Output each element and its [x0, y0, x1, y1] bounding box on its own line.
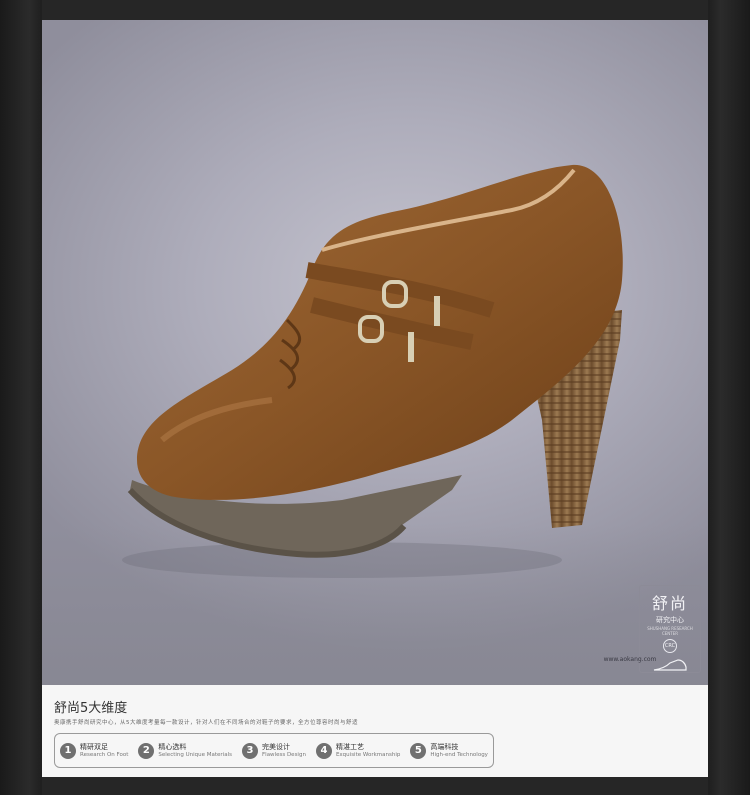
- feature-number: 5: [410, 742, 427, 759]
- feature-cn: 精湛工艺: [335, 742, 364, 751]
- product-photo: 舒尚 研究中心 SHUSHANG RESEARCH CENTER CRC: [42, 20, 708, 685]
- feature-item-2: 2 精心选料 Selecting Unique Materials: [138, 742, 232, 759]
- panel-subtitle: 奥康携手舒尚研究中心，从5大维度考量每一款设计，针对人们在不同场合的对鞋子的要求…: [54, 720, 359, 726]
- right-frame: [708, 0, 750, 795]
- feature-cn: 完美设计: [262, 742, 290, 751]
- feature-cn: 精研双足: [80, 742, 108, 751]
- feature-item-3: 3 完美设计 Flawless Design: [242, 742, 306, 759]
- feature-item-4: 4 精湛工艺 Exquisite Workmanship: [315, 742, 401, 759]
- feature-en: High-end Technology: [430, 751, 488, 758]
- feature-item-1: 1 精研双足 Research On Foot: [60, 742, 129, 759]
- feature-number: 4: [315, 742, 332, 759]
- stamp-tiny-text: SHUSHANG RESEARCH CENTER: [647, 626, 693, 636]
- feature-cn: 精心选料: [158, 742, 187, 751]
- left-frame: [0, 0, 42, 795]
- feature-number: 1: [60, 742, 76, 759]
- info-panel: 舒尚5大维度 奥康携手舒尚研究中心，从5大维度考量每一款设计，针对人们在不同场合…: [42, 685, 708, 777]
- feature-item-5: 5 高端科技 High-end Technology: [410, 742, 488, 759]
- feature-list: 1 精研双足 Research On Foot 2 精心选料 Selecting…: [54, 733, 494, 768]
- stamp-subtitle: 研究中心: [656, 616, 684, 624]
- stamp-badge: CRC: [663, 639, 677, 653]
- feature-number: 2: [138, 742, 155, 759]
- shoe-image: [122, 164, 623, 578]
- feature-en: Selecting Unique Materials: [158, 751, 232, 758]
- feature-en: Research On Foot: [80, 751, 129, 758]
- panel-title: 舒尚5大维度: [54, 701, 128, 716]
- feature-cn: 高端科技: [430, 742, 459, 751]
- brand-url: www.aokang.com: [603, 656, 657, 663]
- feature-en: Flawless Design: [262, 751, 306, 758]
- stamp-title: 舒尚: [651, 594, 688, 613]
- feature-en: Exquisite Workmanship: [335, 751, 401, 758]
- feature-number: 3: [242, 742, 258, 759]
